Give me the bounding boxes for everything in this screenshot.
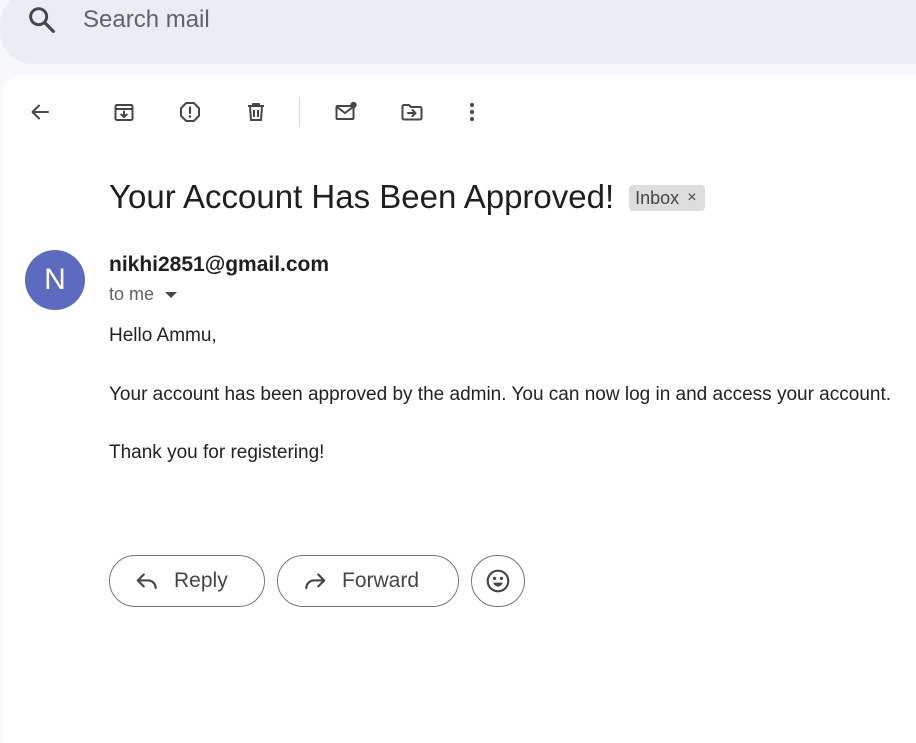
move-to-button[interactable]	[392, 92, 432, 132]
arrow-left-icon	[31, 104, 49, 120]
more-vert-icon	[470, 103, 474, 121]
remove-label-icon[interactable]: ×	[687, 189, 696, 207]
gmail-page: Your Account Has Been Approved! Inbox × …	[0, 0, 916, 743]
mark-unread-button[interactable]	[326, 92, 366, 132]
forward-icon	[305, 573, 326, 590]
report-icon	[180, 102, 200, 122]
mark-unread-icon	[335, 101, 357, 120]
subject: Your Account Has Been Approved!	[109, 178, 615, 215]
recipient-details[interactable]: to me	[109, 284, 178, 305]
more-options-button[interactable]	[452, 92, 492, 132]
reply-icon	[136, 573, 157, 590]
reply-label: Reply	[174, 569, 228, 592]
sender-email[interactable]: nikhi2851@gmail.com	[109, 253, 329, 277]
delete-button[interactable]	[236, 92, 276, 132]
emoji-reaction-button[interactable]	[471, 555, 525, 607]
inbox-label-chip[interactable]: Inbox ×	[629, 185, 705, 211]
recipient-label: to me	[109, 284, 155, 304]
avatar[interactable]: N	[25, 250, 85, 310]
search-input[interactable]	[83, 6, 683, 34]
toolbar-divider	[299, 97, 300, 127]
trash-icon	[248, 103, 264, 121]
search-bar[interactable]	[0, 0, 916, 64]
body-greeting: Hello Ammu,	[109, 325, 217, 346]
message-panel: Your Account Has Been Approved! Inbox × …	[2, 76, 916, 743]
label-chip-text: Inbox	[635, 187, 680, 208]
move-to-folder-icon	[401, 104, 423, 121]
forward-button[interactable]: Forward	[277, 555, 459, 607]
body-paragraph: Your account has been approved by the ad…	[109, 384, 892, 405]
search-icon[interactable]	[26, 4, 58, 36]
archive-icon	[114, 104, 134, 121]
chevron-down-icon[interactable]	[165, 291, 178, 298]
archive-button[interactable]	[104, 92, 144, 132]
emoji-icon	[486, 569, 510, 593]
report-spam-button[interactable]	[170, 92, 210, 132]
forward-label: Forward	[342, 569, 420, 592]
subject-row: Your Account Has Been Approved! Inbox ×	[109, 178, 705, 216]
body-closing: Thank you for registering!	[109, 442, 325, 463]
reply-button[interactable]: Reply	[109, 555, 265, 607]
back-button[interactable]	[20, 92, 60, 132]
